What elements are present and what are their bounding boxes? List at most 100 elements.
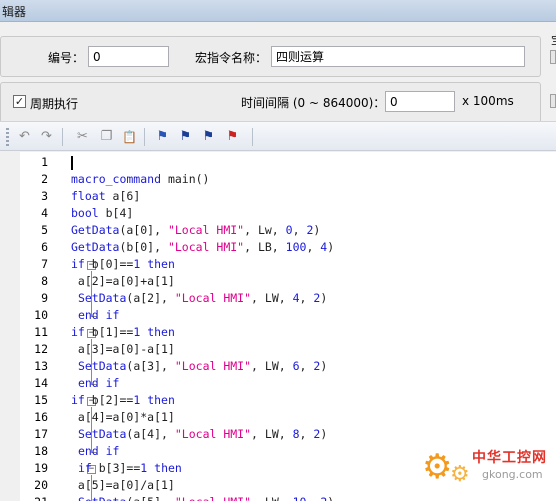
string-token: "Local HMI": [167, 223, 245, 237]
code-line[interactable]: if b[1]==1 then: [71, 325, 175, 339]
redo-icon[interactable]: ↷: [38, 129, 55, 145]
code-line[interactable]: end if: [71, 444, 120, 458]
code-token: b[0]==: [84, 257, 134, 271]
code-line[interactable]: SetData(a[2], "Local HMI", LW, 4, 2): [71, 291, 327, 305]
number-label: 编号：: [48, 51, 85, 65]
keyword-token: then: [147, 257, 175, 271]
code-token: , LW,: [251, 359, 293, 373]
gear-small-icon: ⚙: [450, 462, 470, 487]
keyword-token: then: [147, 325, 175, 339]
code-line[interactable]: a[3]=a[0]-a[1]: [71, 342, 175, 356]
code-token: , LB,: [244, 240, 286, 254]
keyword-token: then: [147, 393, 175, 407]
line-number: 10: [34, 308, 48, 322]
code-token: ): [327, 495, 334, 501]
text-caret: [71, 156, 73, 170]
code-line[interactable]: a[4]=a[0]*a[1]: [71, 410, 175, 424]
code-token: (a[3],: [126, 359, 175, 373]
code-line[interactable]: macro_command main(): [71, 172, 209, 186]
code-line[interactable]: bool b[4]: [71, 206, 133, 220]
code-token: a[5]=a[0]/a[1]: [71, 478, 175, 492]
code-line[interactable]: SetData(a[5], "Local HMI", LW, 10, 2): [71, 495, 334, 501]
watermark-en: gkong.com: [482, 468, 543, 481]
keyword-token: 0: [285, 223, 293, 237]
code-token: , LW,: [251, 495, 293, 501]
code-token: ,: [306, 240, 321, 254]
keyword-token: 4: [292, 291, 300, 305]
keyword-token: SetData: [78, 495, 126, 501]
code-line[interactable]: float a[6]: [71, 189, 140, 203]
interval-unit-label: x 100ms: [462, 94, 514, 108]
code-token: b[3]==: [91, 461, 141, 475]
keyword-token: end if: [77, 444, 120, 458]
code-line[interactable]: a[2]=a[0]+a[1]: [71, 274, 175, 288]
flag-next-icon[interactable]: ⚑: [177, 129, 194, 145]
line-number: 21: [20, 495, 48, 501]
code-token: (a[4],: [126, 427, 175, 441]
keyword-token: if: [71, 257, 85, 271]
code-token: , LW,: [251, 291, 293, 305]
title-bar: 辑器: [0, 0, 556, 22]
code-token: ,: [292, 223, 307, 237]
code-line[interactable]: GetData(b[0], "Local HMI", LB, 100, 4): [71, 240, 334, 254]
code-token: b[1]==: [84, 325, 134, 339]
undo-icon[interactable]: ↶: [16, 129, 33, 145]
paste-icon[interactable]: 📋: [121, 129, 138, 145]
code-token: (a[2],: [126, 291, 175, 305]
flag-prev-icon[interactable]: ⚑: [200, 129, 217, 145]
interval-label: 时间间隔 (0 ~ 864000)：: [241, 96, 386, 110]
flag-icon[interactable]: ⚑: [154, 129, 171, 145]
scissors-icon[interactable]: ✂: [74, 129, 91, 145]
code-line[interactable]: SetData(a[4], "Local HMI", LW, 8, 2): [71, 427, 327, 441]
keyword-token: SetData: [77, 291, 127, 305]
code-token: ): [320, 291, 328, 305]
code-token: (a[0],: [119, 223, 168, 237]
keyword-token: 100: [285, 240, 307, 254]
code-line[interactable]: end if: [71, 308, 120, 322]
right-stub-box[interactable]: [550, 50, 556, 64]
line-number-gutter: 123456789101112131415161718192021: [20, 152, 52, 501]
code-token: ,: [306, 495, 320, 501]
keyword-token: if: [71, 393, 85, 407]
code-token: b[2]==: [84, 393, 134, 407]
interval-field[interactable]: [385, 91, 455, 112]
code-line[interactable]: if b[2]==1 then: [71, 393, 175, 407]
code-token: ): [313, 223, 321, 237]
code-line[interactable]: end if: [71, 376, 120, 390]
code-token: a[2]=a[0]+a[1]: [71, 274, 175, 288]
right-stub-box-2[interactable]: [550, 94, 556, 108]
code-line[interactable]: a[5]=a[0]/a[1]: [71, 478, 175, 492]
code-token: ): [327, 240, 335, 254]
keyword-token: if: [71, 325, 85, 339]
periodic-label: 周期执行: [30, 97, 79, 111]
line-number: 12: [34, 342, 48, 356]
number-field[interactable]: [88, 46, 169, 67]
code-line[interactable]: if b[0]==1 then: [71, 257, 175, 271]
macro-name-label: 宏指令名称：: [195, 51, 268, 65]
line-number: 4: [41, 206, 48, 220]
macro-name-field[interactable]: [271, 46, 525, 67]
keyword-token: 8: [292, 427, 300, 441]
editor-toolbar: ↶ ↷ ✂ ❐ 📋 ⚑ ⚑ ⚑ ⚑: [0, 121, 556, 151]
line-number: 15: [34, 393, 48, 407]
code-line[interactable]: SetData(a[3], "Local HMI", LW, 6, 2): [71, 359, 327, 373]
keyword-token: GetData: [71, 240, 120, 254]
fold-margin[interactable]: − − − −: [52, 152, 97, 501]
toolbar-grip[interactable]: [6, 128, 9, 146]
copy-icon[interactable]: ❐: [98, 129, 115, 145]
toolbar-separator: [144, 128, 145, 146]
keyword-token: if: [77, 461, 92, 475]
code-token: , Lw,: [244, 223, 286, 237]
keyword-token: SetData: [77, 427, 127, 441]
code-token: ): [320, 427, 328, 441]
periodic-checkbox[interactable]: ✓: [13, 95, 26, 108]
line-number: 14: [34, 376, 48, 390]
code-token: a[3]=a[0]-a[1]: [71, 342, 175, 356]
code-line[interactable]: GetData(a[0], "Local HMI", Lw, 0, 2): [71, 223, 320, 237]
code-line[interactable]: if b[3]==1 then: [71, 461, 182, 475]
flag-clear-icon[interactable]: ⚑: [224, 129, 241, 145]
